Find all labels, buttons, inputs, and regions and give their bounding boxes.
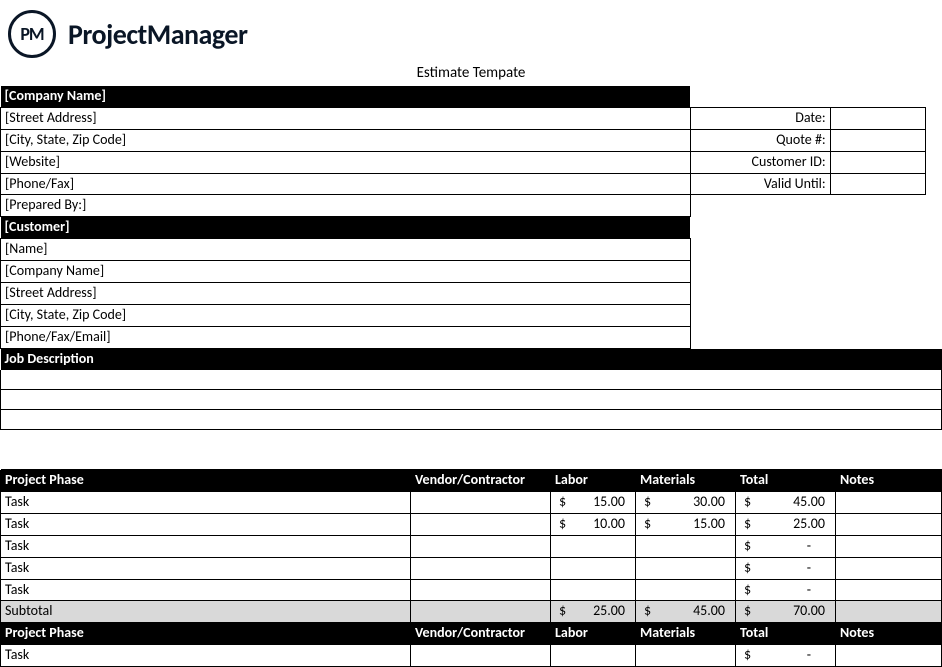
col-vendor: Vendor/Contractor: [411, 470, 551, 491]
customer-city[interactable]: [City, State, Zip Code]: [1, 304, 691, 326]
col-materials: Materials: [636, 470, 736, 491]
meta-customerid-label: Customer ID:: [690, 151, 830, 173]
customer-phone[interactable]: [Phone/Fax/Email]: [1, 326, 691, 348]
col-phase: Project Phase: [1, 470, 411, 491]
subtotal-materials: $45.00: [636, 601, 736, 623]
task-cell[interactable]: Task: [1, 579, 411, 601]
company-meta-table: [Company Name] [Street Address] Date: [C…: [0, 86, 942, 349]
notes-cell[interactable]: [836, 513, 942, 535]
notes-cell[interactable]: [836, 491, 942, 513]
spacer-underline: [1, 450, 942, 470]
notes-cell[interactable]: [836, 535, 942, 557]
table-row: Task $-: [1, 535, 942, 557]
company-header: [Company Name]: [1, 86, 691, 107]
job-description-line[interactable]: [1, 410, 942, 430]
brand-header: PM ProjectManager: [0, 0, 942, 62]
company-phone[interactable]: [Phone/Fax]: [1, 173, 691, 195]
job-description-line[interactable]: [1, 390, 942, 410]
meta-quote-label: Quote #:: [690, 129, 830, 151]
col-notes: Notes: [836, 470, 942, 491]
materials-cell[interactable]: [636, 645, 736, 667]
company-city[interactable]: [City, State, Zip Code]: [1, 129, 691, 151]
vendor-cell[interactable]: [411, 535, 551, 557]
total-cell[interactable]: $-: [736, 535, 836, 557]
meta-customerid-value[interactable]: [830, 151, 925, 173]
phase-table-1: Project Phase Vendor/Contractor Labor Ma…: [0, 470, 942, 667]
job-description-section: Job Description: [0, 349, 942, 470]
col-total: Total: [736, 470, 836, 491]
vendor-cell[interactable]: [411, 579, 551, 601]
task-cell[interactable]: Task: [1, 557, 411, 579]
company-preparedby[interactable]: [Prepared By:]: [1, 195, 691, 217]
materials-cell[interactable]: [636, 535, 736, 557]
table-row: Task $-: [1, 557, 942, 579]
vendor-cell[interactable]: [411, 645, 551, 667]
customer-street[interactable]: [Street Address]: [1, 283, 691, 305]
labor-cell[interactable]: [551, 579, 636, 601]
notes-cell[interactable]: [836, 579, 942, 601]
table-row: Task $-: [1, 579, 942, 601]
customer-name[interactable]: [Name]: [1, 239, 691, 261]
labor-cell[interactable]: [551, 645, 636, 667]
meta-validuntil-label: Valid Until:: [690, 173, 830, 195]
total-cell[interactable]: $25.00: [736, 513, 836, 535]
brand-logo-icon: PM: [8, 10, 56, 58]
customer-header: [Customer]: [1, 217, 691, 239]
document-title: Estimate Tempate: [0, 62, 942, 86]
meta-date-value[interactable]: [830, 107, 925, 129]
task-cell[interactable]: Task: [1, 535, 411, 557]
labor-cell[interactable]: [551, 557, 636, 579]
vendor-cell[interactable]: [411, 491, 551, 513]
vendor-cell[interactable]: [411, 557, 551, 579]
meta-date-label: Date:: [690, 107, 830, 129]
customer-company[interactable]: [Company Name]: [1, 261, 691, 283]
materials-cell[interactable]: $15.00: [636, 513, 736, 535]
subtotal-total: $70.00: [736, 601, 836, 623]
meta-validuntil-value[interactable]: [830, 173, 925, 195]
vendor-cell: [411, 601, 551, 623]
table-row: Task $-: [1, 645, 942, 667]
total-cell[interactable]: $45.00: [736, 491, 836, 513]
materials-cell[interactable]: $30.00: [636, 491, 736, 513]
materials-cell[interactable]: [636, 579, 736, 601]
total-cell[interactable]: $-: [736, 557, 836, 579]
brand-name: ProjectManager: [68, 17, 247, 52]
subtotal-row: Subtotal $25.00 $45.00 $70.00: [1, 601, 942, 623]
total-cell[interactable]: $-: [736, 579, 836, 601]
materials-cell[interactable]: [636, 557, 736, 579]
subtotal-label: Subtotal: [1, 601, 411, 623]
job-description-header: Job Description: [1, 349, 942, 370]
company-website[interactable]: [Website]: [1, 151, 691, 173]
labor-cell[interactable]: $10.00: [551, 513, 636, 535]
company-street[interactable]: [Street Address]: [1, 107, 691, 129]
table-row: Task $15.00 $30.00 $45.00: [1, 491, 942, 513]
notes-cell[interactable]: [836, 645, 942, 667]
notes-cell[interactable]: [836, 557, 942, 579]
meta-quote-value[interactable]: [830, 129, 925, 151]
vendor-cell[interactable]: [411, 513, 551, 535]
subtotal-labor: $25.00: [551, 601, 636, 623]
notes-cell: [836, 601, 942, 623]
labor-cell[interactable]: $15.00: [551, 491, 636, 513]
job-description-line[interactable]: [1, 370, 942, 390]
task-cell[interactable]: Task: [1, 491, 411, 513]
table-row: Task $10.00 $15.00 $25.00: [1, 513, 942, 535]
total-cell[interactable]: $-: [736, 645, 836, 667]
task-cell[interactable]: Task: [1, 645, 411, 667]
col-labor: Labor: [551, 470, 636, 491]
task-cell[interactable]: Task: [1, 513, 411, 535]
spacer: [1, 430, 942, 450]
labor-cell[interactable]: [551, 535, 636, 557]
